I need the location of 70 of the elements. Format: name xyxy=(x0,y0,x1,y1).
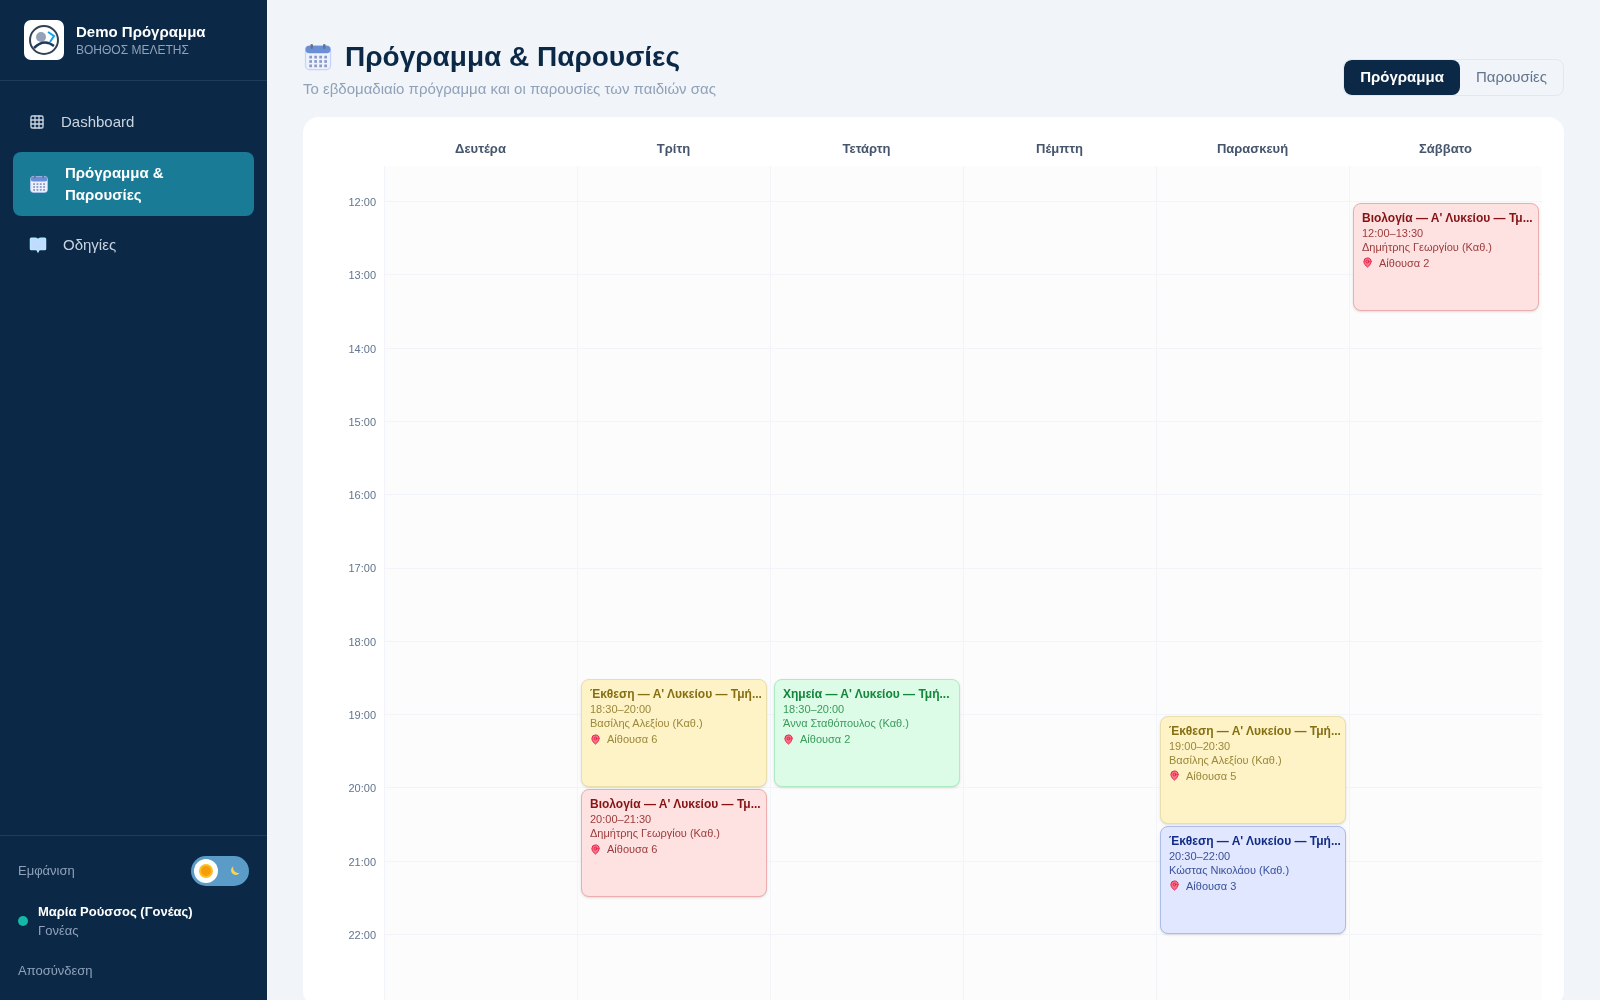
nav-item[interactable]: Πρόγραμμα & Παρουσίες xyxy=(13,151,254,216)
event-room: Αίθουσα 6 xyxy=(607,732,658,747)
event-room: Αίθουσα 2 xyxy=(800,732,851,747)
hour-label: 17:00 xyxy=(348,561,376,575)
event-card[interactable]: Βιολογία — Α' Λυκείου — Τμ... 12:00–13:30 Δημήτρης Γεωργίου (Καθ.) Αίθουσα 2 xyxy=(1353,202,1539,311)
view-tab[interactable]: Παρουσίες xyxy=(1459,60,1563,95)
view-tab[interactable]: Πρόγραμμα xyxy=(1344,60,1460,95)
day-header: Δευτέρα xyxy=(455,139,506,158)
event-teacher: Κώστας Νικολάου (Καθ.) xyxy=(1169,862,1291,877)
event-time: 18:30–20:00 xyxy=(590,702,653,717)
theme-toggle[interactable] xyxy=(191,855,249,886)
event-card[interactable]: Έκθεση — Α' Λυκείου — Τμή... 19:00–20:30 Βασίλης Αλεξίου (Καθ.) Αίθουσα 5 xyxy=(1160,715,1346,824)
hour-label: 22:00 xyxy=(348,927,376,941)
pin-icon xyxy=(783,733,794,745)
event-title: Χημεία — Α' Λυκείου — Τμή... xyxy=(783,686,951,703)
event-teacher: Άννα Σταθόπουλος (Καθ.) xyxy=(783,716,910,731)
hour-label: 12:00 xyxy=(348,195,376,208)
day-header: Παρασκευή xyxy=(1216,139,1289,158)
user-role: Γονέας xyxy=(38,922,80,940)
event-room: Αίθουσα 2 xyxy=(1379,255,1430,270)
hour-label: 21:00 xyxy=(348,854,376,868)
sun-icon xyxy=(194,858,218,883)
pin-icon xyxy=(1362,257,1373,269)
event-title: Βιολογία — Α' Λυκείου — Τμ... xyxy=(1362,209,1530,226)
event-card[interactable]: Έκθεση — Α' Λυκείου — Τμή... 20:30–22:00 Κώστας Νικολάου (Καθ.) Αίθουσα 3 xyxy=(1160,825,1346,934)
user-name: Μαρία Ρούσσος (Γονέας) xyxy=(38,902,193,921)
grid-icon xyxy=(29,114,45,131)
event-time: 20:00–21:30 xyxy=(590,812,653,827)
event-time: 18:30–20:00 xyxy=(783,702,846,717)
page-title: Πρόγραμμα & Παρουσίες xyxy=(345,40,680,74)
event-room: Αίθουσα 3 xyxy=(1186,878,1237,893)
logo xyxy=(24,20,64,60)
pin-icon xyxy=(590,843,601,855)
app-title: Demo Πρόγραμμα xyxy=(76,22,206,42)
hour-label: 18:00 xyxy=(348,634,376,648)
event-room: Αίθουσα 6 xyxy=(607,842,658,857)
event-teacher: Δημήτρης Γεωργίου (Καθ.) xyxy=(1362,239,1493,254)
book-icon xyxy=(29,235,47,254)
page-subtitle: Το εβδομαδιαίο πρόγραμμα και οι παρουσίες των παιδιών σας xyxy=(303,79,716,99)
pin-icon xyxy=(1169,880,1180,892)
event-card[interactable]: Χημεία — Α' Λυκείου — Τμή... 18:30–20:00 Άννα Σταθόπουλος (Καθ.) Αίθουσα 2 xyxy=(774,679,960,788)
app-subtitle: ΒΟΗΘΟΣ ΜΕΛΕΤΗΣ xyxy=(76,42,190,58)
event-title: Βιολογία — Α' Λυκείου — Τμ... xyxy=(590,796,758,813)
nav-item[interactable]: Dashboard xyxy=(13,101,254,144)
calendar-icon xyxy=(29,173,49,194)
hour-label: 14:00 xyxy=(348,341,376,355)
event-teacher: Δημήτρης Γεωργίου (Καθ.) xyxy=(590,826,721,841)
day-header: Σάββατο xyxy=(1418,139,1472,158)
event-time: 19:00–20:30 xyxy=(1169,738,1232,753)
event-teacher: Βασίλης Αλεξίου (Καθ.) xyxy=(1169,752,1283,767)
hour-label: 16:00 xyxy=(348,488,376,502)
hour-label: 20:00 xyxy=(348,781,376,795)
event-room: Αίθουσα 5 xyxy=(1186,768,1237,783)
hour-label: 13:00 xyxy=(348,268,376,282)
event-card[interactable]: Έκθεση — Α' Λυκείου — Τμή... 18:30–20:00 Βασίλης Αλεξίου (Καθ.) Αίθουσα 6 xyxy=(581,679,767,788)
hour-label: 15:00 xyxy=(348,414,376,428)
pin-icon xyxy=(1169,770,1180,782)
logout-link[interactable]: Αποσύνδεση xyxy=(18,960,249,980)
event-time: 20:30–22:00 xyxy=(1169,848,1232,863)
event-teacher: Βασίλης Αλεξίου (Καθ.) xyxy=(590,716,704,731)
day-header: Τρίτη xyxy=(656,139,691,158)
pin-icon xyxy=(590,733,601,745)
nav-item[interactable]: Οδηγίες xyxy=(13,223,254,266)
day-header: Τετάρτη xyxy=(842,139,891,158)
hour-label: 19:00 xyxy=(348,708,376,722)
event-time: 12:00–13:30 xyxy=(1362,225,1425,240)
day-header: Πέμπτη xyxy=(1036,139,1083,158)
event-card[interactable]: Βιολογία — Α' Λυκείου — Τμ... 20:00–21:30 Δημήτρης Γεωργίου (Καθ.) Αίθουσα 6 xyxy=(581,789,767,897)
appearance-label: Εμφάνιση xyxy=(18,861,75,880)
calendar-icon xyxy=(303,42,333,72)
